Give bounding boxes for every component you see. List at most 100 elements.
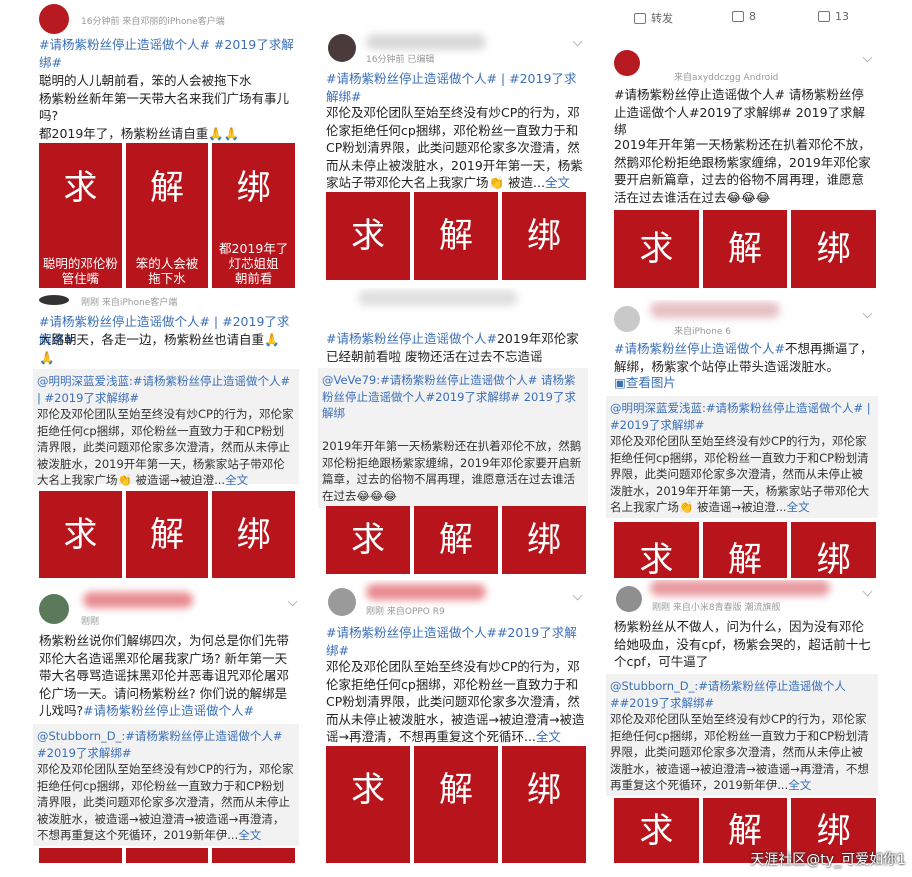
post-tags[interactable]: #请杨紫粉丝停止造谣做个人# | #2019了求解绑# <box>326 70 586 105</box>
full-text-link[interactable]: 全文 <box>536 729 561 744</box>
image-tile[interactable]: 绑 <box>502 506 586 574</box>
image-grid[interactable]: 求 解 绑 <box>326 192 586 280</box>
image-tile[interactable]: 解 <box>414 192 498 280</box>
avatar[interactable] <box>614 306 640 332</box>
tile-char: 绑 <box>527 769 561 810</box>
image-grid[interactable]: 求 解 绑 <box>326 746 586 863</box>
image-tile[interactable]: 解 <box>702 210 788 288</box>
image-tile[interactable]: 解 <box>414 746 498 863</box>
post-body: 聪明的人儿朝前看，笨的人会被拖下水 杨紫粉丝新年第一天带大名来我们广场有事儿吗?… <box>39 73 290 141</box>
redacted-username <box>650 302 780 318</box>
post-card-col1-2: 刚刚 来自iPhone客户端 #请杨紫粉丝停止造谣做个人# | #2019了求解… <box>33 293 299 578</box>
post-body: #请杨紫粉丝停止造谣做个人#不想再撕逼了，解绑，杨紫家个站停止带头造谣泼脏水。 <box>614 340 876 375</box>
avatar[interactable] <box>39 594 69 624</box>
tile-char: 解 <box>150 514 184 555</box>
image-tile[interactable]: 解 笨的人会被 拖下水 <box>125 143 209 288</box>
post-body: 大路朝天，各走一边，杨紫粉丝也请自重🙏🙏 <box>39 332 280 365</box>
image-tile[interactable]: 绑 <box>502 192 586 280</box>
post-card-col3-3: 刚刚 来自小米8青春版 潮流旗舰 杨紫粉丝从不做人，问为什么，因为没有邓伦给她吸… <box>606 580 878 863</box>
avatar[interactable] <box>328 588 356 616</box>
tile-char: 解 <box>728 810 762 851</box>
avatar[interactable] <box>616 586 642 612</box>
image-tile[interactable]: 求 <box>326 506 410 574</box>
chevron-down-icon[interactable] <box>572 590 583 601</box>
tile-char: 解 <box>439 520 473 560</box>
tile-char: 求 <box>639 540 674 578</box>
post-tags[interactable]: #请杨紫粉丝停止造谣做个人# <box>614 341 785 356</box>
repost-user[interactable]: @VeVe79: <box>322 373 380 387</box>
repost-box[interactable]: @Stubborn_D_:#请杨紫粉丝停止造谣做个人# #2019了求解绑# 邓… <box>33 724 299 846</box>
tile-char: 绑 <box>816 810 851 851</box>
image-tile[interactable]: 求 <box>326 192 410 280</box>
post-meta: 刚刚 来自小米8青春版 潮流旗舰 <box>652 603 781 613</box>
tile-char: 绑 <box>816 229 851 269</box>
post-card-col1-3: 刚刚 杨紫粉丝说你们解绑四次，为何总是你们先带邓伦大名造谣黑邓伦屠我家广场? 新… <box>33 582 299 863</box>
post-card-col2-3: 刚刚 来自OPPO R9 #请杨紫粉丝停止造谣做个人##2019了求解绑# 邓伦… <box>318 580 588 863</box>
tile-char: 解 <box>728 229 762 269</box>
repost-user[interactable]: @明明深蓝爱浅蓝: <box>610 401 706 415</box>
image-tile[interactable]: 求 <box>39 491 122 578</box>
image-tile[interactable]: 解 <box>125 491 209 578</box>
image-tile[interactable]: 解 <box>414 506 498 574</box>
post-tags[interactable]: #请杨紫粉丝停止造谣做个人##2019了求解绑# <box>326 624 586 659</box>
image-grid[interactable]: 求 解 绑 <box>39 491 296 578</box>
post-card-col1-1: 16分钟前 来自邓丽的iPhone客户端 #请杨紫粉丝停止造谣做个人# #201… <box>33 0 299 290</box>
tile-char: 解 <box>439 216 473 256</box>
chevron-down-icon[interactable] <box>862 586 873 597</box>
image-tile[interactable]: 绑 <box>791 210 877 288</box>
chevron-down-icon[interactable] <box>862 308 873 319</box>
post-tags[interactable]: #请杨紫粉丝停止造谣做个人# #2019了求解绑# <box>39 36 295 71</box>
avatar[interactable] <box>328 34 356 62</box>
image-grid[interactable]: 求 解 绑 <box>326 506 586 574</box>
image-tile[interactable]: 绑 都2019年了 灯芯姐姐 朝前看 <box>212 143 296 288</box>
image-tile[interactable]: 绑 <box>791 522 877 578</box>
post-meta: 刚刚 来自iPhone客户端 <box>81 298 178 308</box>
image-grid[interactable]: 求 聪明的邓伦粉 管住嘴 解 笨的人会被 拖下水 绑 都2019年了 灯芯姐姐 … <box>39 143 296 288</box>
image-grid[interactable] <box>39 848 296 863</box>
full-text-link[interactable]: 全文 <box>788 778 811 792</box>
image-tile[interactable] <box>212 848 296 863</box>
image-tile[interactable] <box>125 848 209 863</box>
avatar[interactable] <box>39 4 69 34</box>
chevron-down-icon[interactable] <box>572 36 583 47</box>
repost-box[interactable]: @VeVe79:#请杨紫粉丝停止造谣做个人# 请杨紫粉丝停止造谣做个人#2019… <box>318 368 588 508</box>
comment-button[interactable]: 8 <box>732 10 756 23</box>
image-grid[interactable]: 求 解 绑 <box>614 522 877 578</box>
repost-user[interactable]: @明明深蓝爱浅蓝: <box>37 374 133 388</box>
image-tile[interactable]: 求 <box>326 746 410 863</box>
repost-user[interactable]: @Stubborn_D_: <box>610 679 698 693</box>
chevron-down-icon[interactable] <box>287 596 298 607</box>
image-tile[interactable]: 求 <box>614 522 699 578</box>
comment-icon <box>732 11 744 22</box>
like-button[interactable]: 13 <box>818 10 849 23</box>
full-text-link[interactable]: 全文 <box>225 473 248 487</box>
chevron-down-icon[interactable] <box>862 52 873 63</box>
full-text-link[interactable]: 全文 <box>787 500 810 514</box>
image-tile[interactable]: 求 <box>614 798 699 863</box>
full-text-link[interactable]: 全文 <box>545 175 570 190</box>
redacted-username <box>358 290 518 306</box>
view-picture-link[interactable]: ▣查看图片 <box>614 374 676 392</box>
post-tags[interactable]: #请杨紫粉丝停止造谣做个人# <box>326 331 497 346</box>
tile-char: 绑 <box>816 540 851 578</box>
image-tile[interactable]: 求 <box>614 210 699 288</box>
repost-box[interactable]: @明明深蓝爱浅蓝:#请杨紫粉丝停止造谣做个人# | #2019了求解绑# 邓伦及… <box>33 369 299 487</box>
image-tile[interactable]: 绑 <box>502 746 586 863</box>
full-text-link[interactable]: 全文 <box>238 828 261 842</box>
post-meta: 16分钟前 已编辑 <box>366 55 435 65</box>
repost-box[interactable]: @Stubborn_D_:#请杨紫粉丝停止造谣做个人##2019了求解绑# 邓伦… <box>606 674 878 796</box>
image-tile[interactable] <box>39 848 122 863</box>
post-tags[interactable]: #请杨紫粉丝停止造谣做个人# <box>83 703 254 718</box>
image-tile[interactable]: 解 <box>702 522 788 578</box>
image-tile[interactable]: 求 聪明的邓伦粉 管住嘴 <box>39 143 122 288</box>
repost-user[interactable]: @Stubborn_D_: <box>37 729 125 743</box>
post-tags[interactable]: #请杨紫粉丝停止造谣做个人# 请杨紫粉丝停止造谣做个人#2019了求解绑# 20… <box>614 86 876 139</box>
avatar[interactable] <box>614 50 640 76</box>
image-grid[interactable]: 求 解 绑 <box>614 210 877 288</box>
image-tile[interactable]: 绑 <box>212 491 296 578</box>
repost-button[interactable]: 转发 <box>634 10 673 26</box>
tile-char: 求 <box>639 229 674 269</box>
repost-box[interactable]: @明明深蓝爱浅蓝:#请杨紫粉丝停止造谣做个人# | #2019了求解绑# 邓伦及… <box>606 396 878 518</box>
tile-char: 绑 <box>236 514 271 555</box>
avatar[interactable] <box>39 295 69 305</box>
